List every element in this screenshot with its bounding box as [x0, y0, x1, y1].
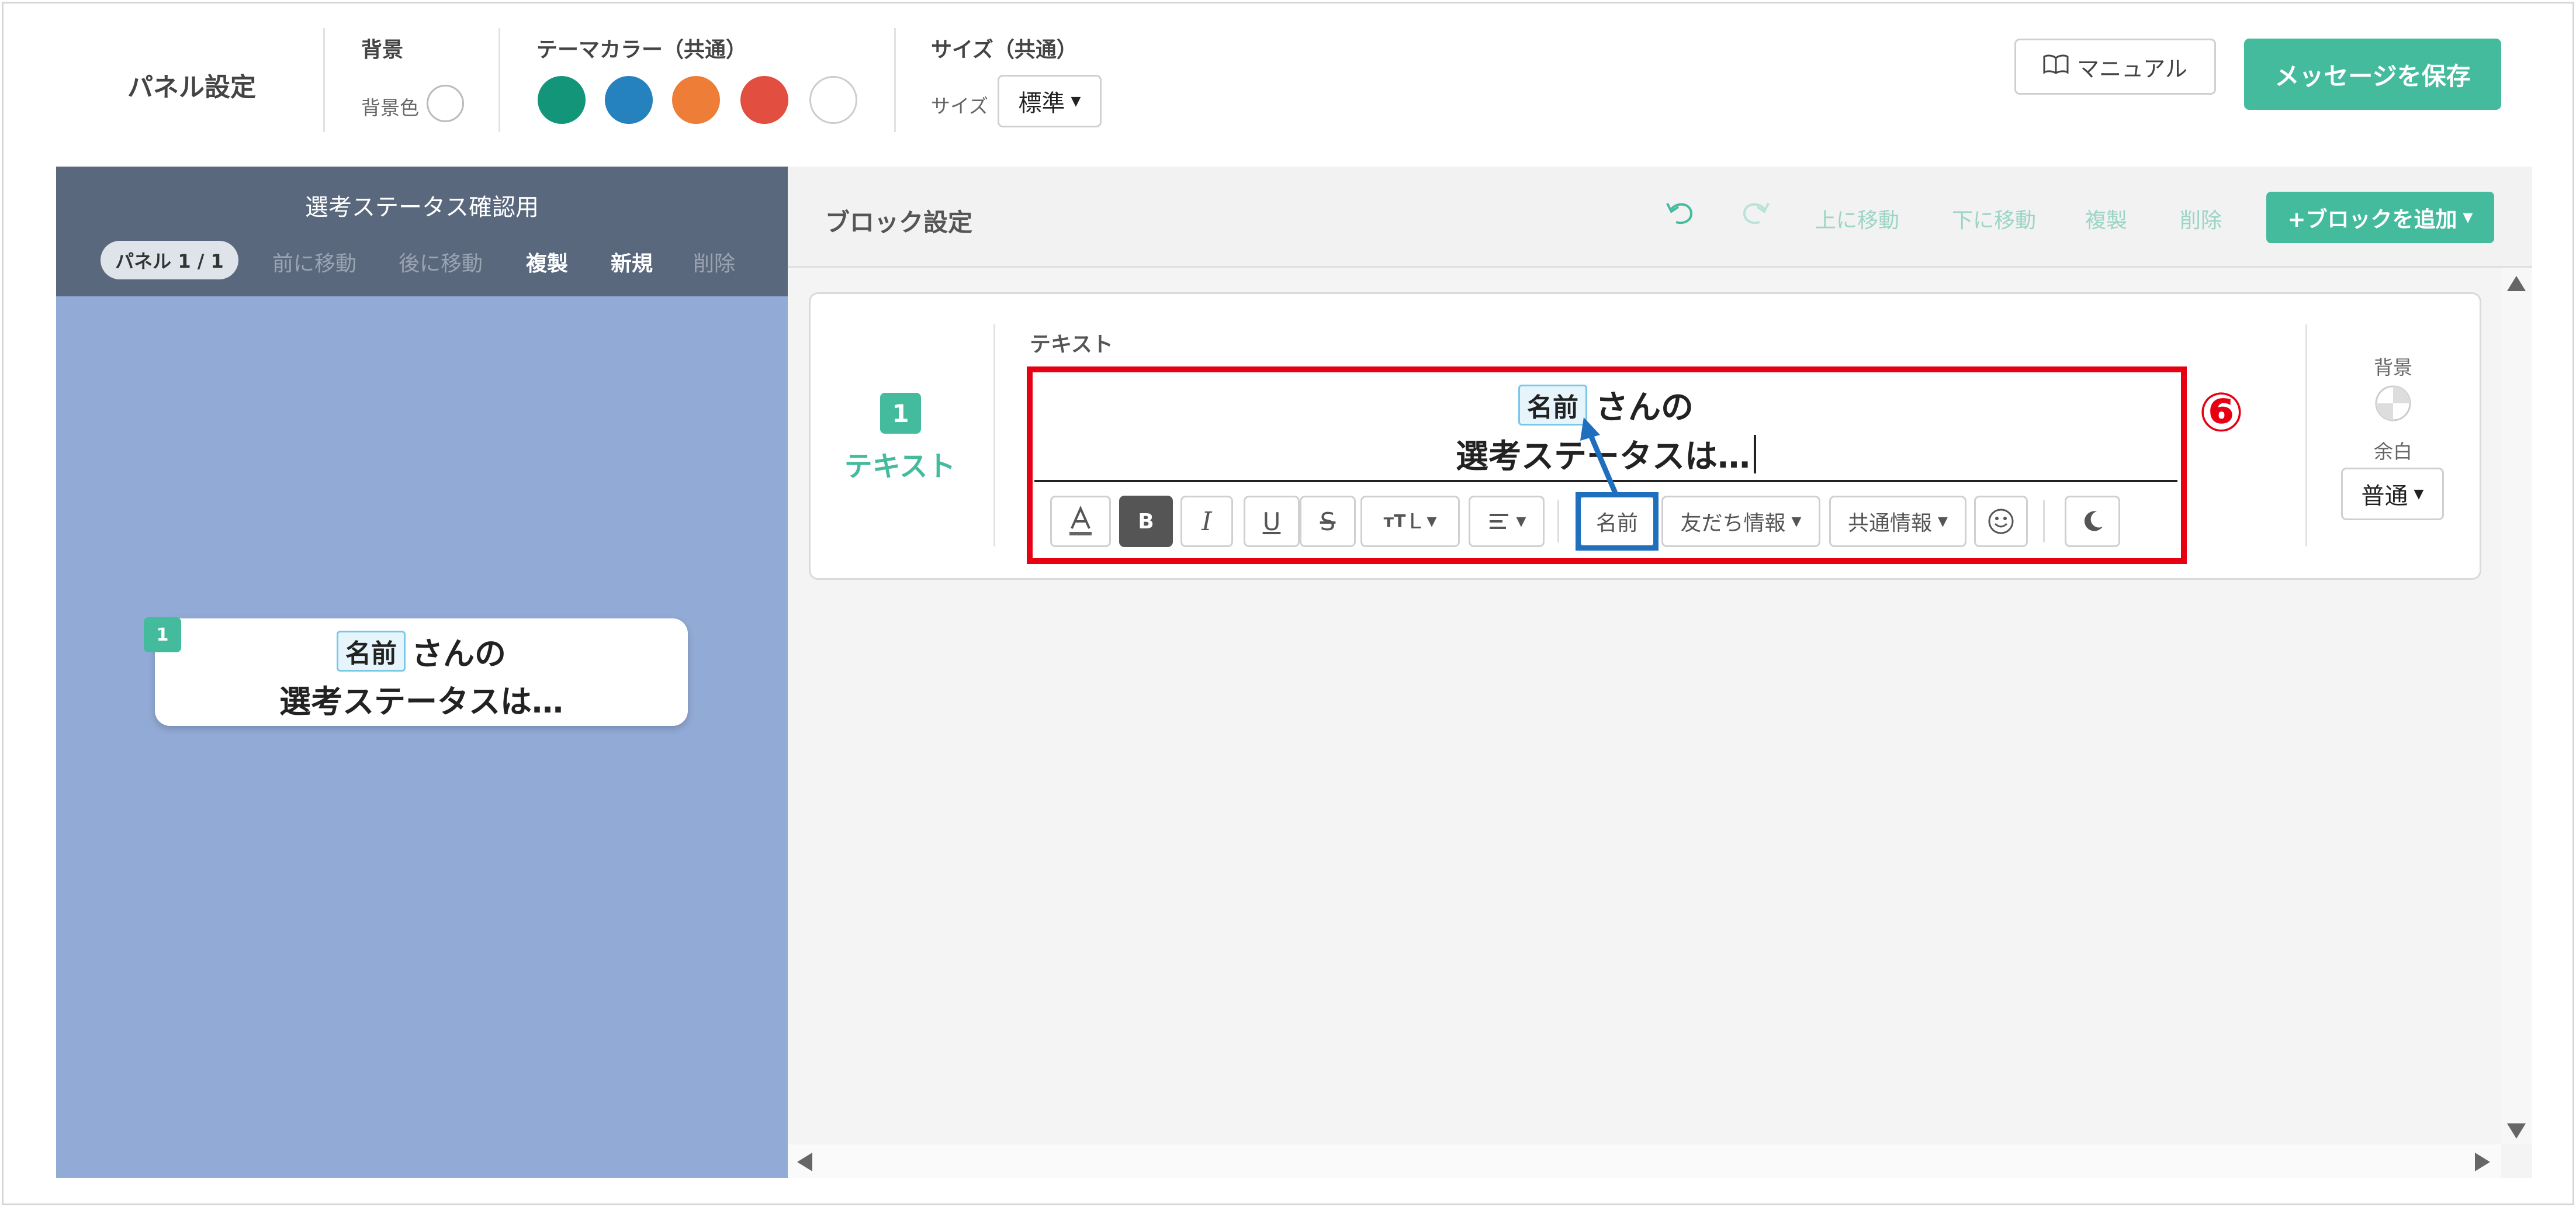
- panel-settings-title: パネル設定: [127, 72, 256, 102]
- size-label: サイズ: [931, 95, 989, 117]
- save-message-button[interactable]: メッセージを保存: [2244, 39, 2501, 110]
- panel-move-prev[interactable]: 前に移動: [272, 247, 356, 277]
- size-value: 標準: [1018, 90, 1065, 117]
- block-bg-label: 背景: [2374, 356, 2412, 379]
- block-margin-label: 余白: [2374, 440, 2412, 463]
- step-number-annotation: ⑥: [2198, 381, 2244, 444]
- divider: [323, 28, 325, 132]
- size-heading: サイズ（共通）: [931, 38, 1078, 62]
- panel-duplicate[interactable]: 複製: [526, 247, 568, 277]
- theme-color-heading: テーマカラー（共通）: [536, 38, 747, 62]
- add-block-label: +ブロックを追加: [2287, 207, 2457, 232]
- scroll-down-arrow-icon[interactable]: [2507, 1123, 2526, 1139]
- scroll-right-arrow-icon[interactable]: [2475, 1153, 2490, 1171]
- margin-value: 普通: [2361, 483, 2408, 510]
- preview-line1-text: さんの: [411, 635, 506, 672]
- divider: [498, 28, 500, 132]
- scroll-up-arrow-icon[interactable]: [2507, 276, 2526, 291]
- theme-color-white[interactable]: [809, 76, 857, 124]
- block-number-badge: 1: [880, 393, 921, 434]
- theme-color-green[interactable]: [538, 76, 586, 124]
- theme-color-red[interactable]: [740, 76, 788, 124]
- text-field-label: テキスト: [1030, 333, 1113, 357]
- background-color-label: 背景色: [361, 96, 419, 119]
- divider: [2305, 324, 2307, 547]
- panel-move-next[interactable]: 後に移動: [399, 247, 483, 277]
- background-heading: 背景: [361, 38, 404, 62]
- preview-line-1: 名前 さんの: [155, 628, 688, 674]
- chevron-down-icon: ▼: [1071, 94, 1081, 109]
- save-message-label: メッセージを保存: [2274, 61, 2471, 91]
- margin-select[interactable]: 普通 ▼: [2341, 468, 2444, 520]
- panel-preview-area: [56, 296, 788, 1178]
- panel-new[interactable]: 新規: [611, 247, 653, 277]
- scroll-left-arrow-icon[interactable]: [797, 1153, 812, 1171]
- move-down-button[interactable]: 下に移動: [1952, 203, 2036, 234]
- horizontal-scrollbar[interactable]: [788, 1144, 2501, 1178]
- redo-icon[interactable]: [1739, 199, 1770, 230]
- block-delete-button[interactable]: 削除: [2180, 203, 2222, 234]
- theme-color-blue[interactable]: [605, 76, 653, 124]
- chevron-down-icon: ▼: [2463, 210, 2473, 225]
- arrow-annotation-icon: [1580, 417, 1619, 497]
- background-color-picker[interactable]: [427, 85, 464, 122]
- block-type-label: テキスト: [844, 450, 956, 483]
- chevron-down-icon: ▼: [2414, 486, 2424, 502]
- book-icon: [2043, 54, 2069, 79]
- panel-delete[interactable]: 削除: [693, 247, 735, 277]
- size-select[interactable]: 標準 ▼: [998, 75, 1102, 127]
- background-pattern-icon: [2375, 385, 2411, 421]
- preview-name-tag: 名前: [337, 630, 406, 672]
- block-settings-title: ブロック設定: [825, 208, 973, 237]
- block-bg-picker[interactable]: [2374, 385, 2412, 424]
- manual-label: マニュアル: [2077, 56, 2187, 82]
- divider: [894, 28, 896, 132]
- vertical-scrollbar[interactable]: [2501, 268, 2532, 1144]
- add-block-button[interactable]: +ブロックを追加 ▼: [2266, 192, 2494, 243]
- manual-button[interactable]: マニュアル: [2014, 39, 2216, 95]
- panel-title: 選考ステータス確認用: [305, 194, 539, 221]
- preview-line-2: 選考ステータスは…: [279, 683, 563, 720]
- move-up-button[interactable]: 上に移動: [1815, 203, 1899, 234]
- block-duplicate-button[interactable]: 複製: [2085, 203, 2127, 234]
- undo-icon[interactable]: [1666, 199, 1697, 230]
- panel-count-badge: パネル 1 / 1: [101, 241, 238, 279]
- divider: [993, 324, 995, 547]
- theme-color-orange[interactable]: [672, 76, 720, 124]
